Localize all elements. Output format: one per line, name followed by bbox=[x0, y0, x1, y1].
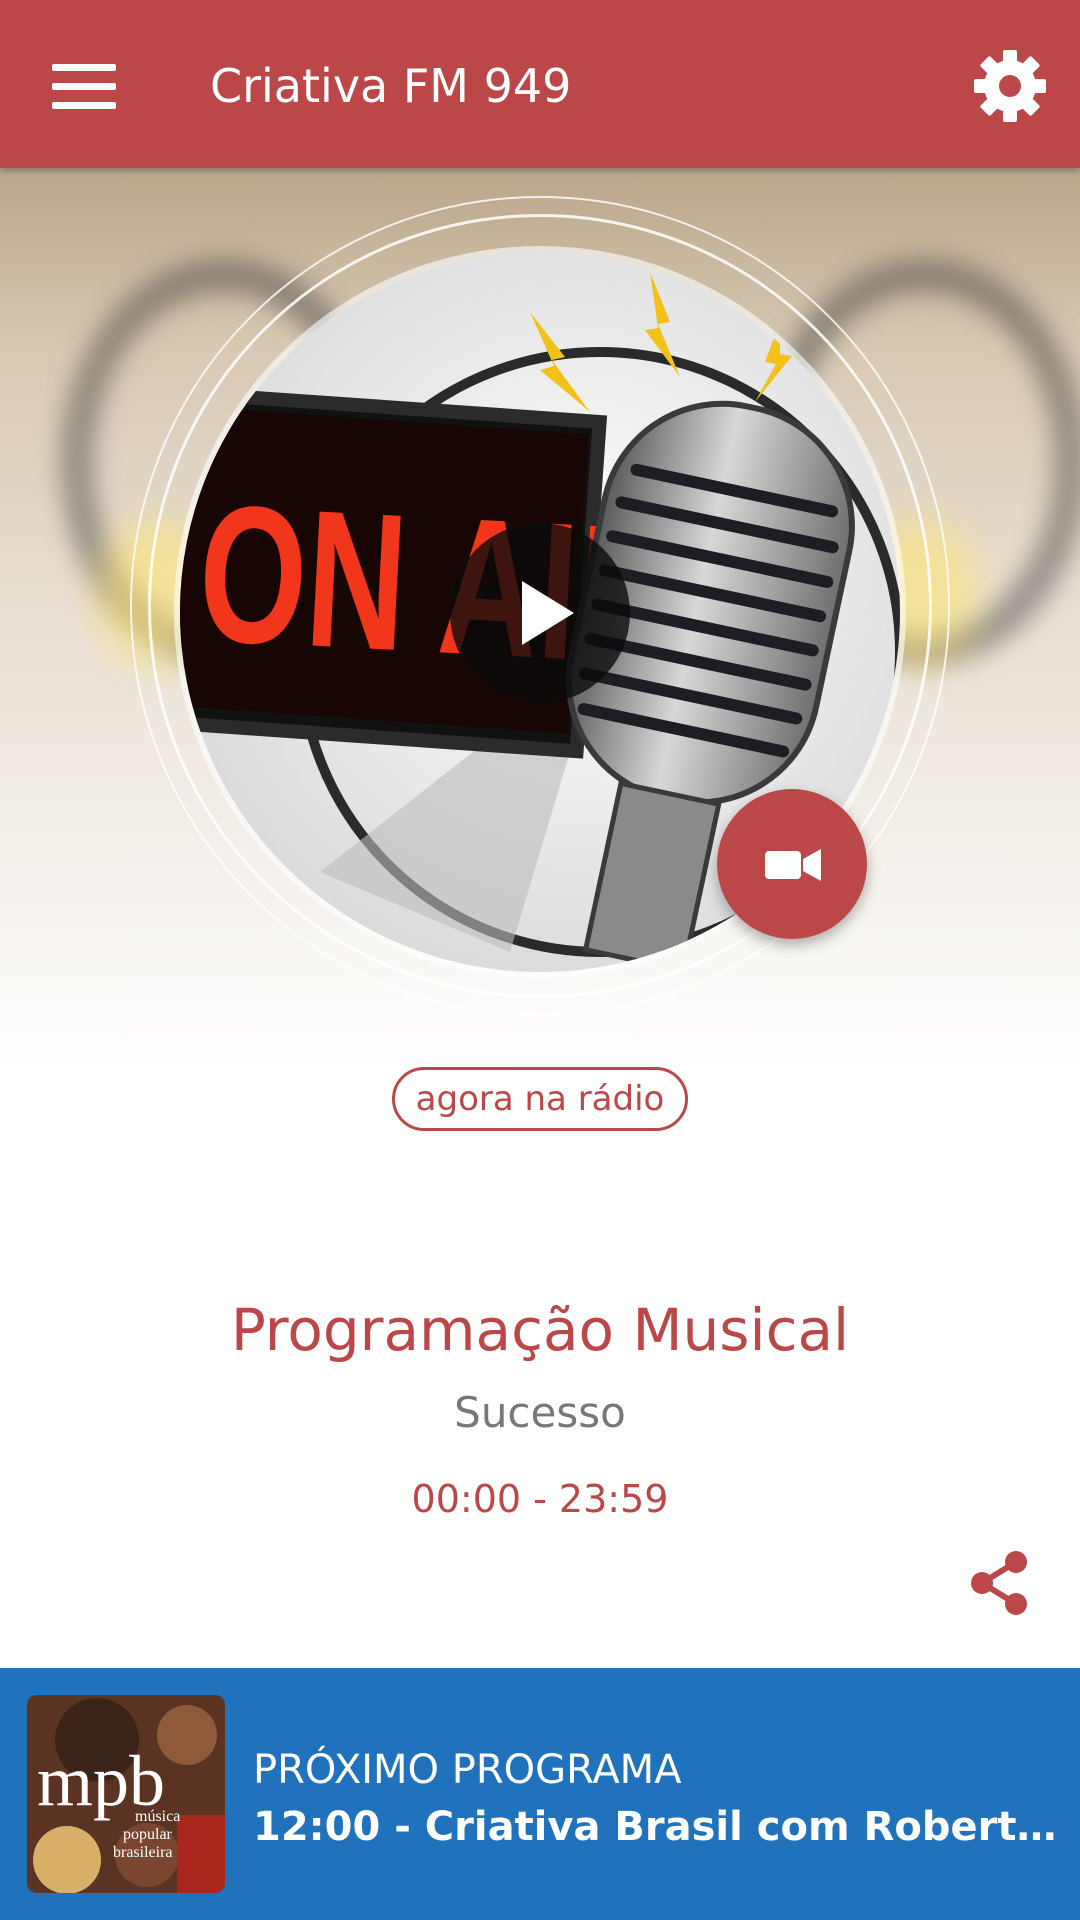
gear-icon[interactable] bbox=[970, 46, 1050, 126]
video-button[interactable] bbox=[717, 789, 867, 939]
app-bar: Criativa FM 949 bbox=[0, 0, 1080, 168]
next-program-bar[interactable]: mpb música popular brasileira PRÓXIMO PR… bbox=[0, 1668, 1080, 1920]
thumb-sub-text: música bbox=[135, 1808, 180, 1825]
video-camera-icon bbox=[765, 849, 821, 881]
program-time: 00:00 - 23:59 bbox=[411, 1477, 669, 1521]
thumb-sub-text: brasileira bbox=[113, 1844, 173, 1861]
play-icon bbox=[522, 581, 574, 645]
hero-artwork-area: ON AIR bbox=[0, 168, 1080, 1068]
share-icon[interactable] bbox=[968, 1550, 1032, 1616]
program-subtitle: Sucesso bbox=[454, 1388, 626, 1437]
play-button[interactable] bbox=[450, 523, 630, 703]
thumb-sub-text: popular bbox=[123, 1826, 173, 1843]
next-program-label: PRÓXIMO PROGRAMA bbox=[253, 1747, 682, 1793]
now-on-radio-badge: agora na rádio bbox=[392, 1067, 688, 1131]
program-title: Programação Musical bbox=[230, 1296, 850, 1364]
app-title: Criativa FM 949 bbox=[210, 59, 572, 113]
next-program-thumbnail: mpb música popular brasileira bbox=[27, 1695, 225, 1893]
hamburger-menu-icon[interactable] bbox=[44, 54, 124, 118]
next-program-title: 12:00 - Criativa Brasil com Roberto Ninô bbox=[253, 1804, 1080, 1850]
